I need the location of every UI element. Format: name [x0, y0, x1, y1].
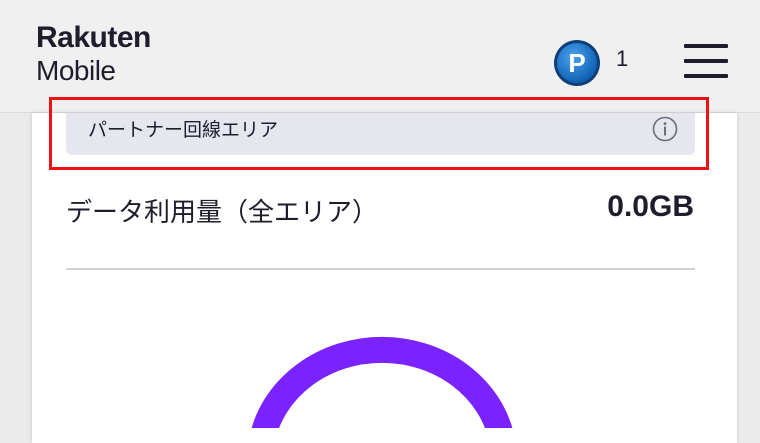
- data-usage-value: 0.0GB: [607, 190, 694, 223]
- points-badge-letter: P: [568, 48, 585, 78]
- hamburger-menu-icon-line: [684, 74, 728, 78]
- divider: [66, 268, 695, 270]
- points-count: 1: [616, 46, 629, 71]
- rakuten-points-icon[interactable]: P: [553, 39, 601, 87]
- data-usage-label: データ利用量（全エリア）: [66, 198, 379, 228]
- rakuten-mobile-logo[interactable]: Rakuten Mobile: [36, 22, 151, 86]
- logo-rakuten-text: Rakuten: [36, 21, 151, 54]
- hamburger-menu-button[interactable]: [684, 42, 728, 80]
- hamburger-menu-icon: [684, 44, 728, 48]
- hamburger-menu-icon-line: [684, 59, 728, 63]
- highlight-annotation-box: [49, 97, 709, 170]
- logo-mobile-text: Mobile: [36, 55, 116, 86]
